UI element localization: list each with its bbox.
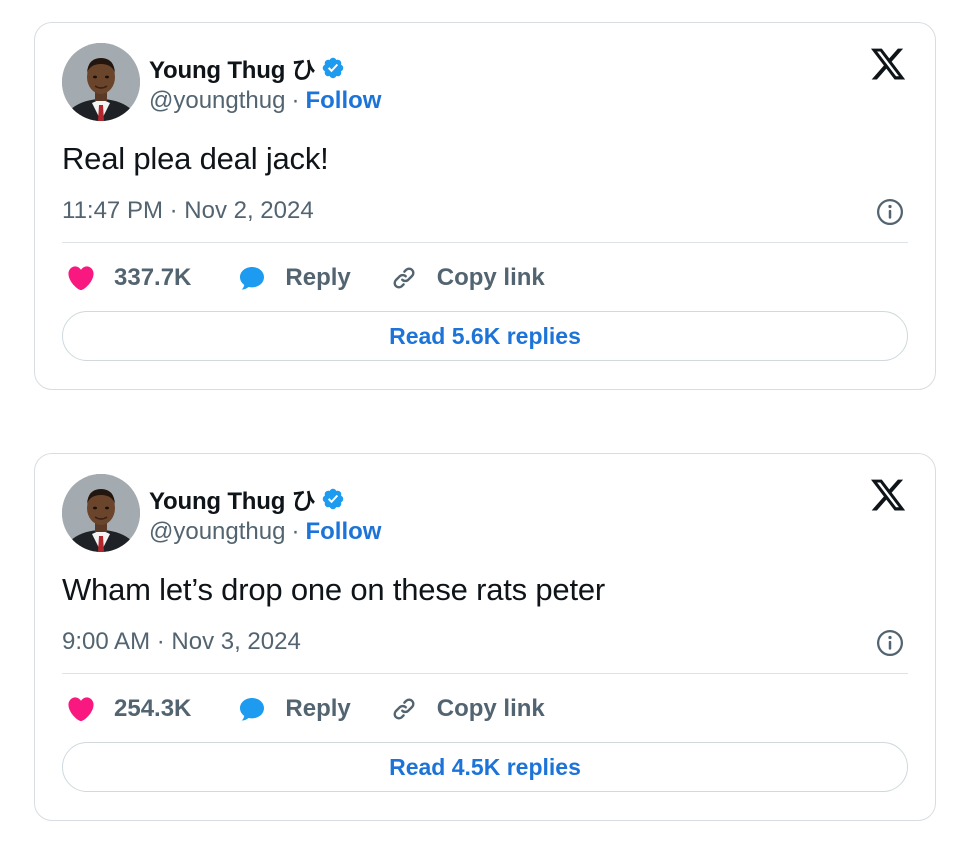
tweet-card: Young Thug ひ @youngthug · Follow Wham le… [34, 453, 936, 821]
tweet-timestamp[interactable]: 9:00 AM · Nov 3, 2024 [62, 628, 301, 656]
copy-link-label: Copy link [436, 264, 545, 291]
x-logo-icon[interactable] [869, 476, 907, 514]
like-count: 337.7K [114, 264, 192, 291]
author-handle[interactable]: @youngthug [149, 518, 285, 546]
like-button[interactable]: 254.3K [66, 694, 191, 724]
divider [62, 673, 908, 674]
tweet-card: Young Thug ひ @youngthug · Follow Real pl… [34, 22, 936, 390]
author-display-name[interactable]: Young Thug ひ [149, 481, 316, 516]
speech-bubble-icon [240, 698, 265, 721]
verified-badge-icon [323, 57, 344, 78]
action-bar: 337.7K Reply Copy link [66, 260, 545, 296]
follow-button[interactable]: Follow [305, 87, 381, 115]
author-name-row: Young Thug ひ [149, 481, 345, 516]
author-handle-row: @youngthug · Follow [149, 518, 381, 546]
like-button[interactable]: 337.7K [66, 263, 191, 293]
divider [62, 242, 908, 243]
reply-button[interactable]: Reply [237, 263, 351, 293]
link-icon [393, 267, 415, 289]
copy-link-label: Copy link [436, 695, 545, 722]
like-count: 254.3K [114, 695, 192, 722]
tweet-text: Wham let’s drop one on these rats peter [62, 572, 606, 607]
action-bar: 254.3K Reply Copy link [66, 691, 545, 727]
verified-badge-icon [323, 488, 344, 509]
tweet-text: Real plea deal jack! [62, 141, 329, 176]
avatar[interactable] [62, 43, 140, 121]
info-icon[interactable] [875, 628, 905, 658]
separator-dot: · [291, 518, 300, 545]
read-replies-button[interactable]: Read 4.5K replies [62, 742, 908, 792]
speech-bubble-icon [240, 267, 265, 290]
heart-icon [68, 266, 94, 291]
reply-label: Reply [285, 695, 351, 722]
copy-link-button[interactable]: Copy link [389, 694, 545, 724]
read-replies-button[interactable]: Read 5.6K replies [62, 311, 908, 361]
author-name-row: Young Thug ひ [149, 50, 345, 85]
avatar[interactable] [62, 474, 140, 552]
follow-button[interactable]: Follow [305, 518, 381, 546]
x-logo-icon[interactable] [869, 45, 907, 83]
link-icon [393, 698, 415, 720]
author-handle[interactable]: @youngthug [149, 87, 285, 115]
tweet-timestamp[interactable]: 11:47 PM · Nov 2, 2024 [62, 197, 314, 225]
info-icon[interactable] [875, 197, 905, 227]
heart-icon [68, 697, 94, 722]
copy-link-button[interactable]: Copy link [389, 263, 545, 293]
author-handle-row: @youngthug · Follow [149, 87, 381, 115]
reply-label: Reply [285, 264, 351, 291]
author-display-name[interactable]: Young Thug ひ [149, 50, 316, 85]
reply-button[interactable]: Reply [237, 694, 351, 724]
separator-dot: · [291, 87, 300, 114]
